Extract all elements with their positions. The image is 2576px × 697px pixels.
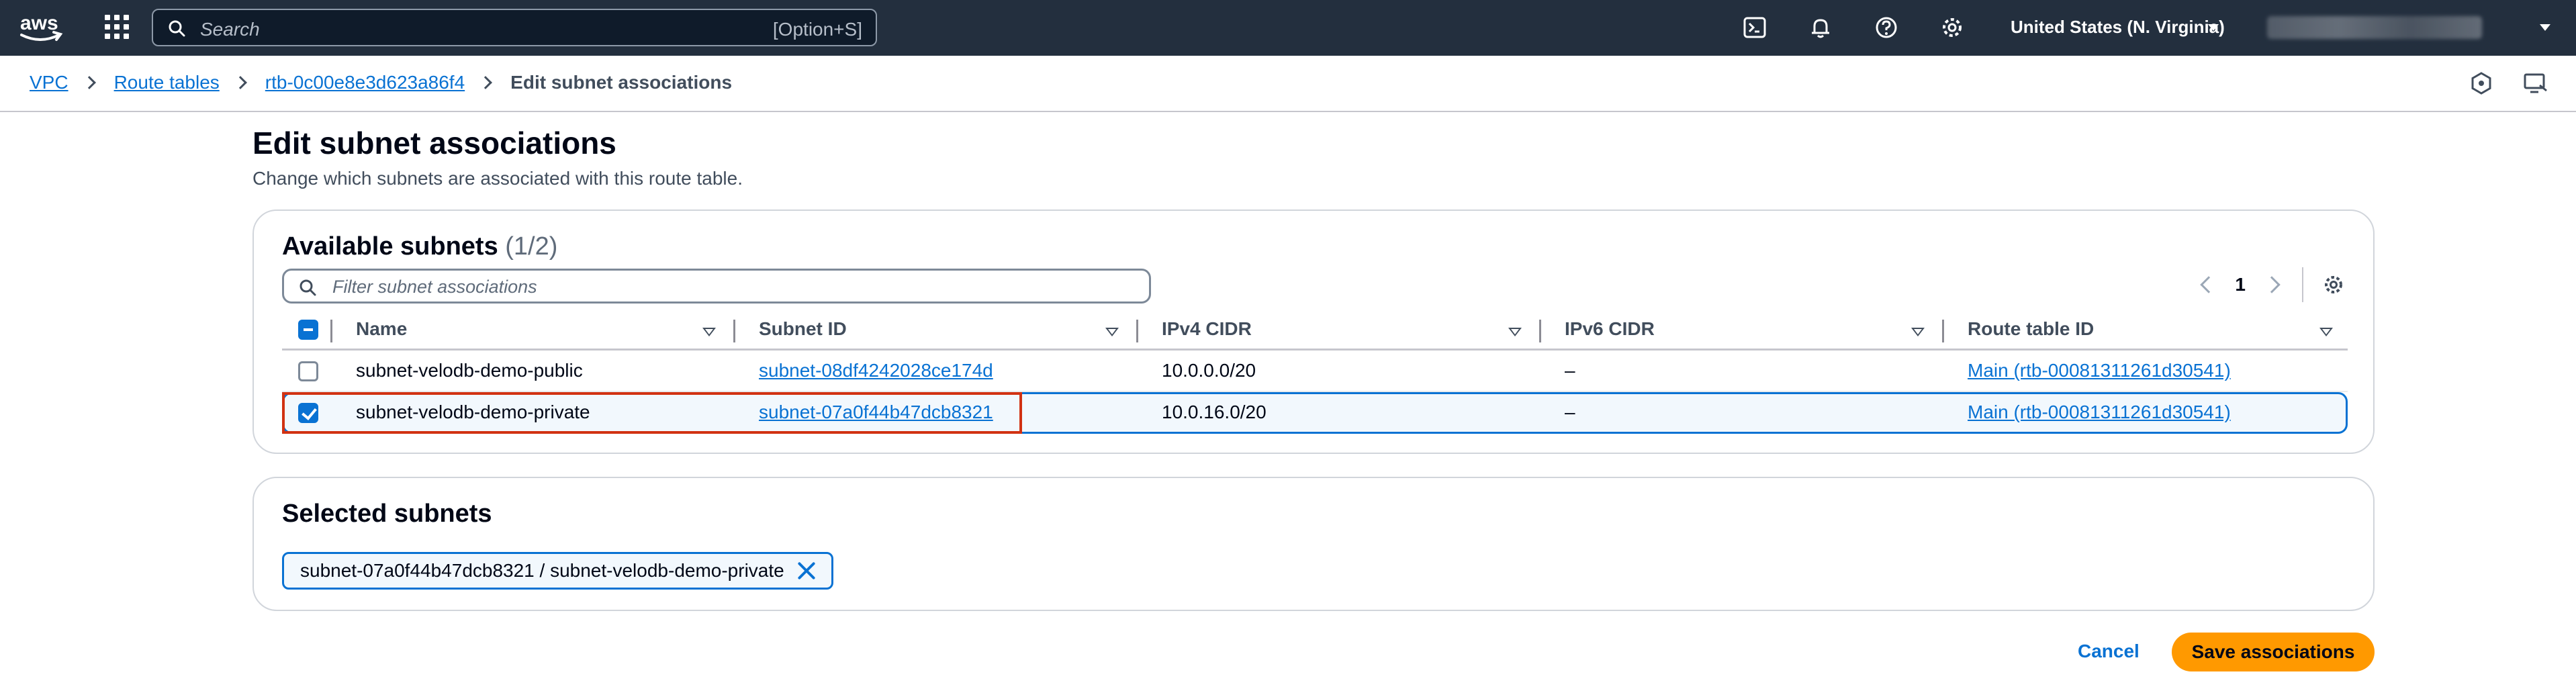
column-divider (1539, 320, 1541, 342)
breadcrumb-current: Edit subnet associations (510, 72, 733, 93)
ipv6-cidr: – (1565, 360, 1575, 381)
breadcrumb: VPC Route tables rtb-0c00e8e3d623a86f4 E… (30, 72, 732, 93)
notifications-bell-icon[interactable] (1808, 15, 1833, 40)
breadcrumb-route-tables[interactable]: Route tables (114, 72, 220, 93)
account-menu[interactable] (2267, 16, 2482, 39)
column-divider (733, 320, 735, 342)
services-menu-icon[interactable] (105, 15, 129, 39)
feedback-icon[interactable] (2522, 71, 2548, 96)
sort-icon[interactable] (1508, 328, 1522, 336)
column-divider (1136, 320, 1138, 342)
chevron-right-icon (82, 76, 96, 89)
chevron-down-icon (2540, 24, 2550, 31)
sort-icon[interactable] (1911, 328, 1925, 336)
ipv6-cidr: – (1565, 402, 1575, 422)
page-description: Change which subnets are associated with… (252, 168, 743, 189)
column-header-route-table-id[interactable]: Route table ID (1968, 318, 2094, 340)
chevron-down-icon (2208, 24, 2219, 31)
column-divider (330, 320, 332, 342)
top-navigation: aws Search [Option+S] United States (N. … (0, 0, 2576, 56)
token-label: subnet-07a0f44b47dcb8321 / subnet-velodb… (300, 560, 784, 581)
selected-subnets-container: Selected subnets subnet-07a0f44b47dcb832… (252, 477, 2375, 611)
chevron-right-icon (479, 76, 493, 89)
svg-text:aws: aws (20, 12, 58, 34)
selection-count: (1/2) (505, 232, 558, 261)
previous-page-icon[interactable] (2200, 276, 2218, 293)
column-header-ipv6-cidr[interactable]: IPv6 CIDR (1565, 318, 1655, 340)
ipv4-cidr: 10.0.0.0/20 (1162, 360, 1256, 381)
breadcrumb-vpc[interactable]: VPC (30, 72, 68, 93)
selected-subnet-token: subnet-07a0f44b47dcb8321 / subnet-velodb… (282, 552, 833, 590)
aws-logo[interactable]: aws (19, 9, 63, 46)
breadcrumb-bar: VPC Route tables rtb-0c00e8e3d623a86f4 E… (0, 56, 2576, 112)
table-preferences-gear-icon[interactable] (2322, 273, 2345, 296)
filter-subnets-input[interactable]: Filter subnet associations (282, 269, 1151, 304)
column-header-ipv4-cidr[interactable]: IPv4 CIDR (1162, 318, 1252, 340)
pager-divider (2302, 267, 2303, 302)
column-header-subnet-id[interactable]: Subnet ID (759, 318, 847, 340)
pagination: 1 (2200, 267, 2345, 302)
save-associations-button[interactable]: Save associations (2172, 633, 2375, 671)
settings-gear-icon[interactable] (1939, 15, 1965, 40)
subnet-name: subnet-velodb-demo-public (356, 360, 583, 381)
route-table-link[interactable]: Main (rtb-00081311261d30541) (1968, 360, 2231, 381)
column-header-name[interactable]: Name (356, 318, 407, 340)
subnet-id-link[interactable]: subnet-08df4242028ce174d (759, 360, 993, 381)
selected-subnets-title: Selected subnets (282, 500, 492, 528)
cloudshell-icon[interactable] (1742, 15, 1767, 40)
search-placeholder: Search (200, 19, 260, 40)
available-subnets-title: Available subnets (1/2) (282, 232, 558, 261)
page-number[interactable]: 1 (2235, 274, 2246, 295)
row-checkbox[interactable] (298, 361, 318, 381)
region-selector[interactable]: United States (N. Virginia) (2011, 17, 2225, 38)
select-all-checkbox[interactable] (298, 320, 318, 340)
search-icon (300, 279, 316, 296)
ipv4-cidr: 10.0.16.0/20 (1162, 402, 1267, 422)
sort-icon[interactable] (1105, 328, 1119, 336)
global-search-input[interactable]: Search [Option+S] (152, 9, 877, 46)
search-icon (169, 20, 185, 37)
breadcrumb-route-table-id[interactable]: rtb-0c00e8e3d623a86f4 (265, 72, 465, 93)
search-shortcut: [Option+S] (772, 19, 862, 40)
info-panel-icon[interactable] (2469, 71, 2494, 96)
route-table-link[interactable]: Main (rtb-00081311261d30541) (1968, 402, 2231, 423)
sort-icon[interactable] (702, 328, 716, 336)
cancel-button[interactable]: Cancel (2078, 641, 2140, 662)
sort-icon[interactable] (2319, 328, 2333, 336)
table-header: Name Subnet ID IPv4 CIDR IPv6 CIDR Route… (282, 310, 2348, 351)
table-row[interactable]: subnet-velodb-demo-public subnet-08df424… (282, 351, 2348, 392)
chevron-right-icon (233, 76, 247, 89)
remove-token-close-icon[interactable] (796, 561, 817, 581)
filter-placeholder: Filter subnet associations (332, 277, 537, 297)
column-divider (1942, 320, 1944, 342)
next-page-icon[interactable] (2263, 276, 2281, 293)
page-title: Edit subnet associations (252, 126, 616, 160)
help-icon[interactable] (1874, 15, 1899, 40)
annotation-highlight-box (282, 392, 1022, 434)
